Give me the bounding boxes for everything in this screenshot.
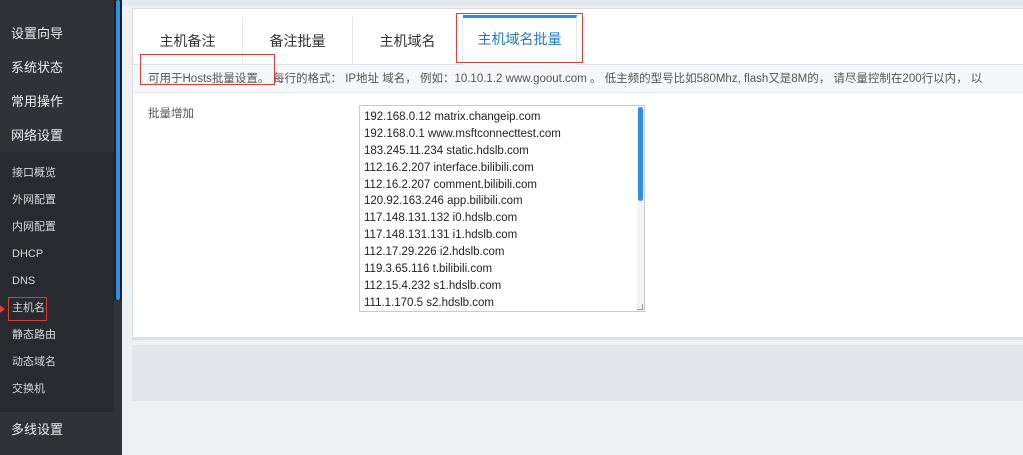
host-line: 111.1.170.5 s2.hdslb.com	[364, 296, 494, 309]
host-line: 119.3.65.116 t.bilibili.com	[364, 263, 493, 276]
sidebar-item-common-ops[interactable]: 常用操作	[0, 85, 114, 119]
textarea-scroll-track[interactable]	[637, 106, 644, 311]
host-line: 192.168.0.12 matrix.changeip.com	[364, 111, 541, 123]
host-line: 112.16.2.207 comment.bilibili.com	[364, 178, 538, 191]
sidebar-item-ddns[interactable]: 动态域名	[0, 349, 114, 376]
sidebar-item-interface-overview[interactable]: 接口概览	[0, 160, 114, 187]
sidebar-item-system-status[interactable]: 系统状态	[0, 51, 114, 85]
lower-panel	[132, 345, 1023, 401]
textarea-content: 192.168.0.12 matrix.changeip.com 192.168.…	[364, 109, 561, 311]
sidebar-item-wan-config[interactable]: 外网配置	[0, 187, 114, 214]
host-line: 117.148.131.132 i0.hdslb.com	[364, 212, 518, 225]
textarea-scroll-thumb[interactable]	[638, 107, 643, 201]
sidebar-item-dns[interactable]: DNS	[0, 268, 114, 295]
sidebar-item-multiline[interactable]: 多线设置	[0, 413, 114, 447]
host-line: 183.245.11.234 static.hdslb.com	[364, 144, 529, 157]
info-highlight-box	[140, 54, 275, 85]
host-line: 120.92.163.246 app.bilibili.com	[364, 195, 523, 208]
sidebar-item-lan-config[interactable]: 内网配置	[0, 214, 114, 241]
sidebar: 设置向导 系统状态 常用操作 网络设置 接口概览 外网配置 内网配置 DHCP …	[0, 0, 122, 455]
host-line: 112.16.2.207 interface.bilibili.com	[364, 161, 534, 174]
textarea-resize-grip[interactable]	[637, 304, 643, 310]
sidebar-scrollbar[interactable]	[116, 0, 120, 300]
active-item-marker	[0, 305, 5, 313]
host-line: 192.168.0.1 www.msftconnecttest.com	[364, 127, 561, 140]
host-line: 112.17.29.226 i2.hdslb.com	[364, 246, 505, 259]
sidebar-item-network-settings[interactable]: 网络设置	[0, 119, 114, 153]
sidebar-item-dhcp[interactable]: DHCP	[0, 241, 114, 268]
tab-highlight-box	[456, 13, 583, 63]
host-line: 112.15.4.232 s1.hdslb.com	[364, 279, 502, 292]
batch-add-textarea[interactable]: 192.168.0.12 matrix.changeip.com 192.168.…	[359, 105, 645, 312]
sidebar-item-setup-wizard[interactable]: 设置向导	[0, 17, 114, 51]
batch-add-label: 批量增加	[148, 108, 194, 120]
host-line: 117.148.131.131 i1.hdslb.com	[364, 229, 518, 242]
tab-host-domain[interactable]: 主机域名	[353, 17, 463, 65]
info-format-hint: 每行的格式： IP地址 域名， 例如：10.10.1.2 www.goout.c…	[273, 73, 983, 85]
sidebar-item-switch[interactable]: 交换机	[0, 376, 114, 403]
active-item-highlight	[8, 297, 47, 321]
top-strip	[122, 0, 1023, 6]
sidebar-item-static-route[interactable]: 静态路由	[0, 322, 114, 349]
main-content: 主机备注 备注批量 主机域名 主机域名批量 可用于Hosts批量设置。 每行的格…	[122, 0, 1023, 455]
settings-panel: 主机备注 备注批量 主机域名 主机域名批量 可用于Hosts批量设置。 每行的格…	[132, 8, 1023, 340]
